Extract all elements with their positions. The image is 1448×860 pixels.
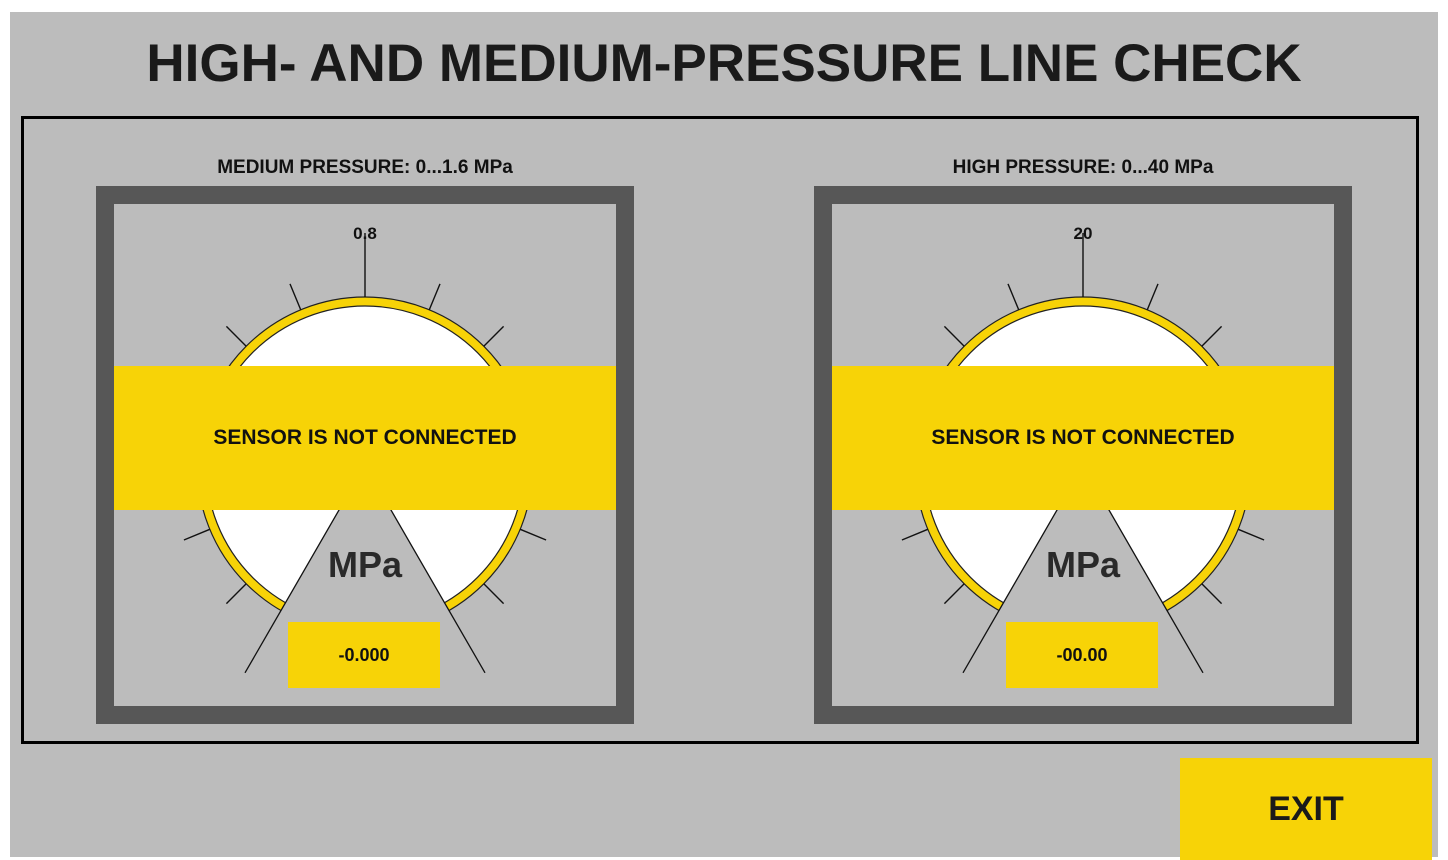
high-pressure-caption: HIGH PRESSURE: 0...40 MPa xyxy=(952,157,1214,178)
high-pressure-unit-label: MPa xyxy=(1045,544,1121,585)
high-pressure-dial: 20 SENSOR IS NOT CONNECTED MPa -00.00 xyxy=(832,204,1334,706)
high-pressure-reading: -00.00 xyxy=(1006,622,1158,688)
scale-tick xyxy=(943,325,965,347)
scale-tick xyxy=(1201,583,1223,605)
scale-tick xyxy=(1007,283,1020,311)
scale-tick xyxy=(519,528,547,541)
scale-tick xyxy=(225,583,247,605)
scale-tick xyxy=(901,528,929,541)
medium-pressure-status-banner: SENSOR IS NOT CONNECTED xyxy=(114,366,616,510)
scale-tick xyxy=(1146,283,1159,311)
scale-tick xyxy=(1237,528,1265,541)
high-pressure-status-banner: SENSOR IS NOT CONNECTED xyxy=(832,366,1334,510)
scale-tick xyxy=(1201,325,1223,347)
scale-tick xyxy=(483,325,505,347)
scale-tick xyxy=(483,583,505,605)
medium-pressure-reading: -0.000 xyxy=(288,622,440,688)
medium-pressure-caption: MEDIUM PRESSURE: 0...1.6 MPa xyxy=(217,157,513,178)
exit-button[interactable]: EXIT xyxy=(1180,758,1432,860)
scale-tick xyxy=(943,583,965,605)
medium-pressure-unit-label: MPa xyxy=(327,544,403,585)
scale-tick xyxy=(428,283,441,311)
medium-pressure-scale-mid-label: 0.8 xyxy=(353,224,377,243)
page-title: HIGH- AND MEDIUM-PRESSURE LINE CHECK xyxy=(146,34,1302,93)
high-pressure-gauge: 20 SENSOR IS NOT CONNECTED MPa -00.00 xyxy=(814,186,1352,724)
scale-tick xyxy=(289,283,302,311)
medium-pressure-dial: 0.8 SENSOR IS NOT CONNECTED MPa -0.000 xyxy=(114,204,616,706)
screen: HIGH- AND MEDIUM-PRESSURE LINE CHECK MED… xyxy=(10,12,1438,860)
scale-tick xyxy=(183,528,211,541)
scale-tick xyxy=(225,325,247,347)
high-pressure-scale-mid-label: 20 xyxy=(1073,224,1093,243)
medium-pressure-gauge: 0.8 SENSOR IS NOT CONNECTED MPa -0.000 xyxy=(96,186,634,724)
